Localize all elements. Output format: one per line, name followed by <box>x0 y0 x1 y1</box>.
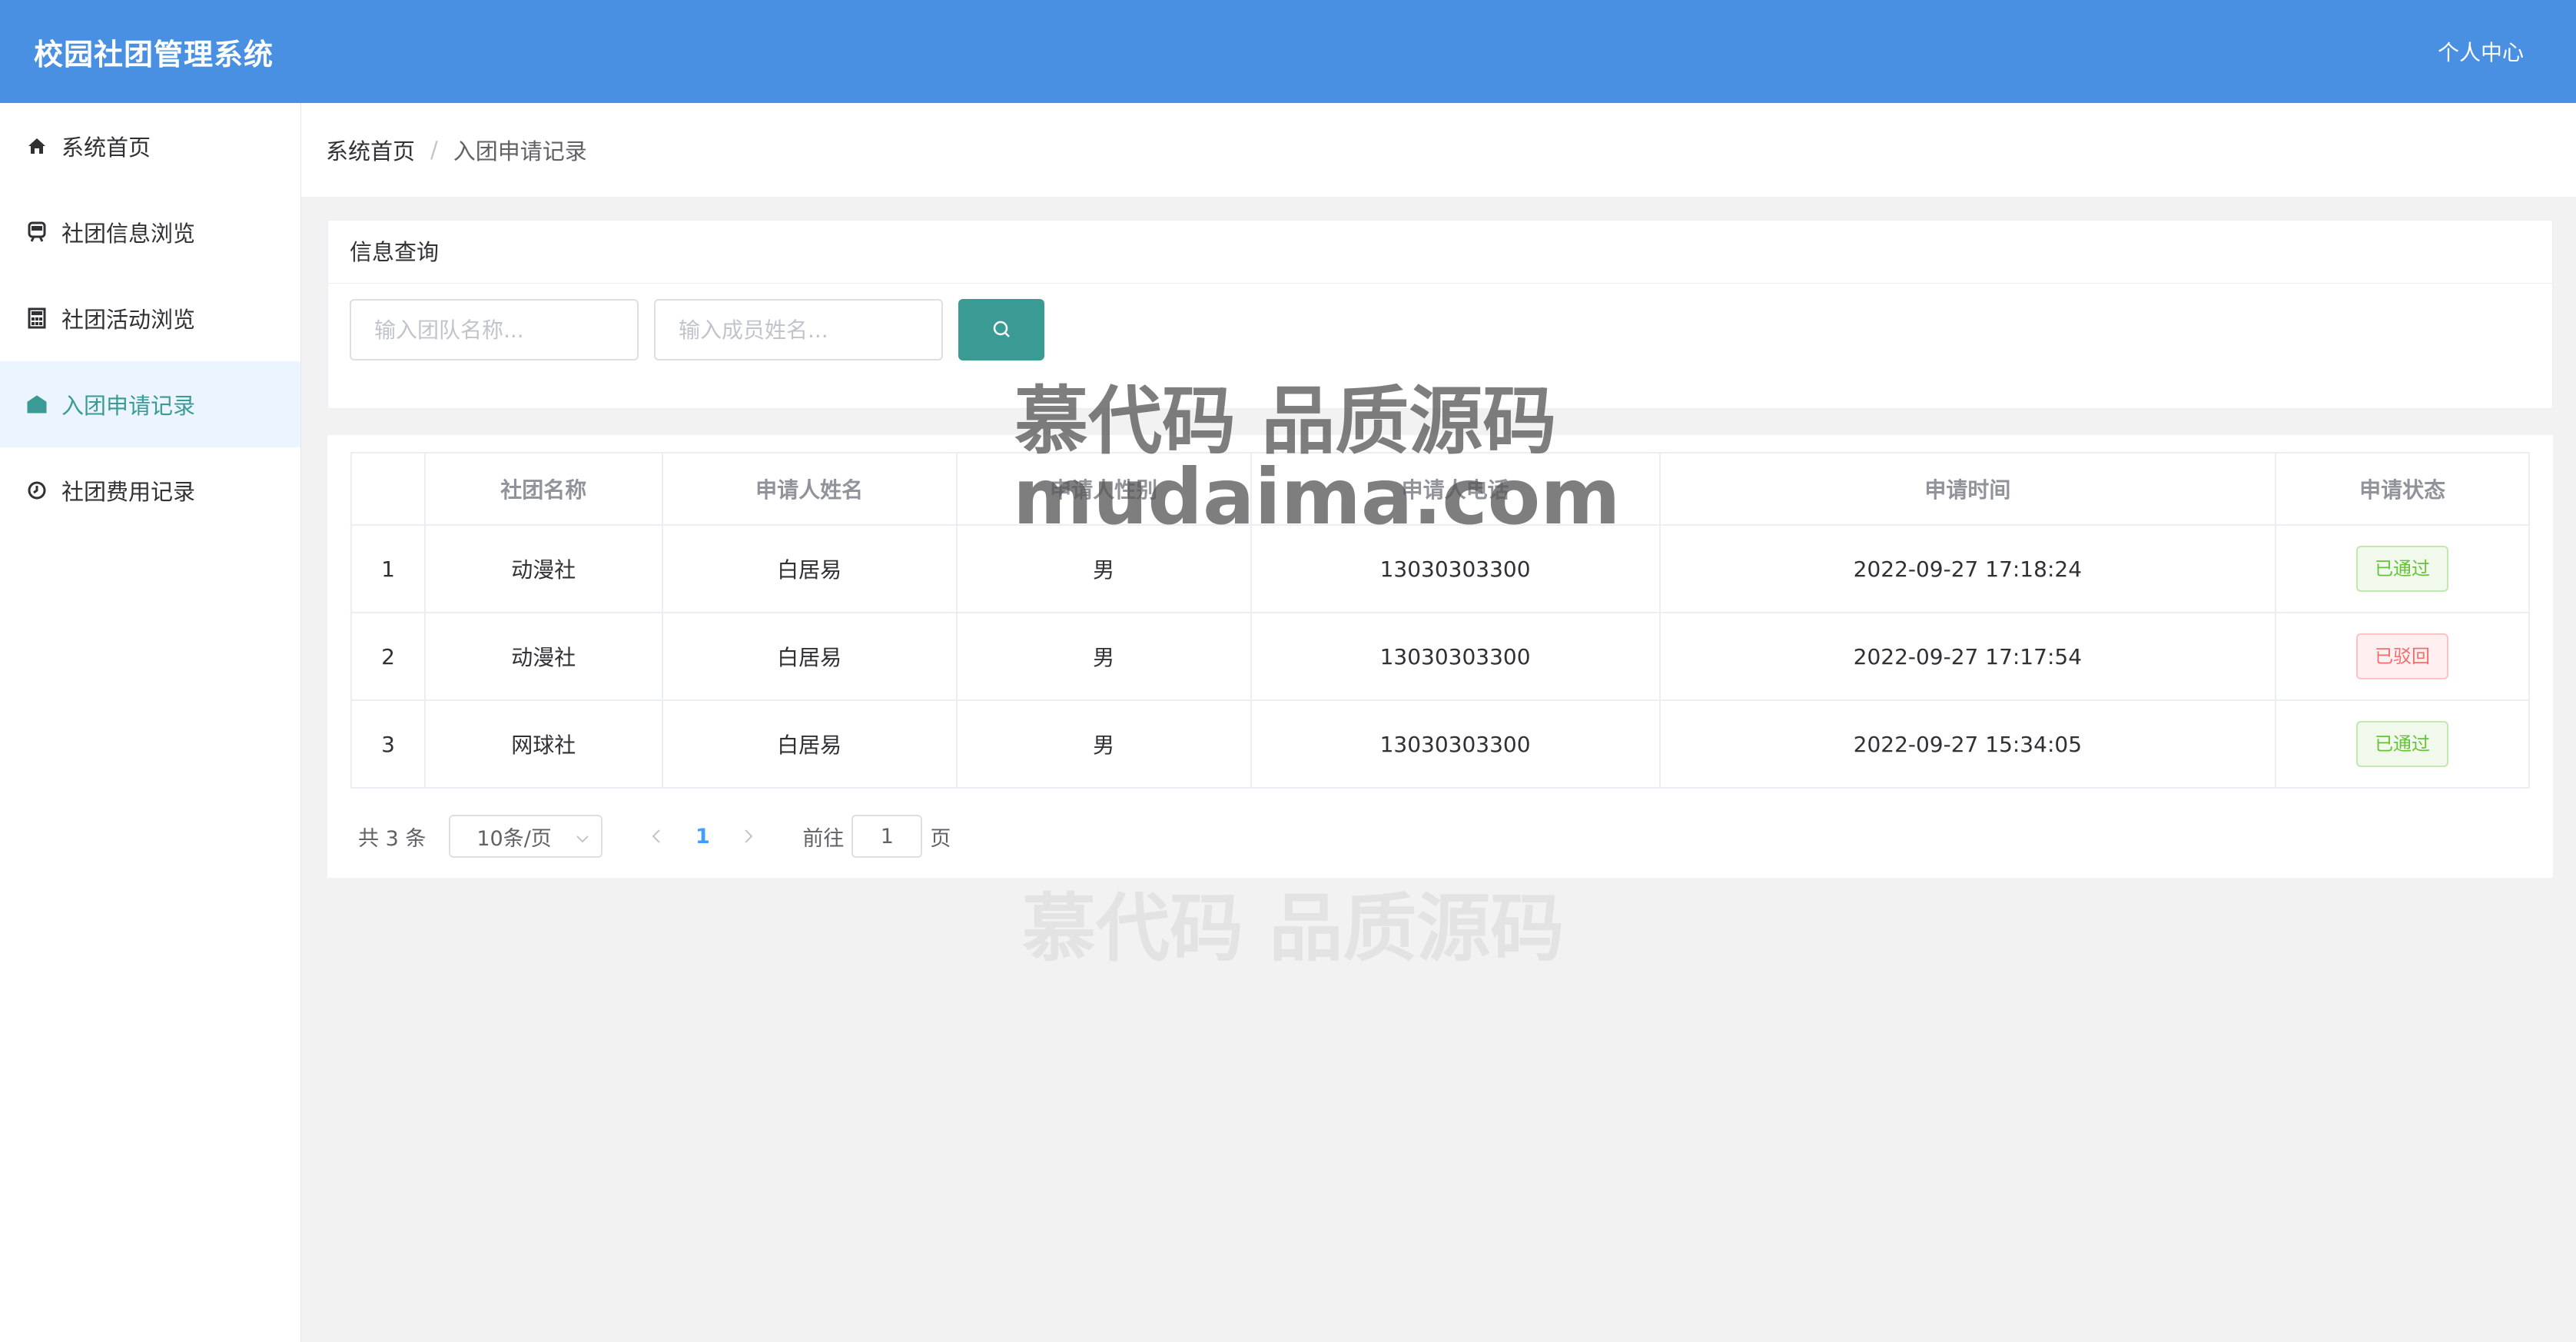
column-header-index <box>350 452 426 526</box>
applicant-gender-cell: 男 <box>955 524 1252 613</box>
table-row: 2 动漫社 白居易 男 13030303300 2022-09-27 17:17… <box>350 612 2530 701</box>
goto-page-input[interactable] <box>851 815 923 858</box>
club-name-cell: 动漫社 <box>424 524 663 613</box>
chevron-down-icon <box>576 825 589 849</box>
records-table-card: 社团名称 申请人姓名 申请人性别 申请人电话 申请时间 申请状态 1 动漫社 白… <box>327 435 2553 878</box>
applicant-phone-cell: 13030303300 <box>1250 699 1661 789</box>
row-index: 2 <box>350 612 426 701</box>
row-index: 3 <box>350 699 426 789</box>
column-header-time: 申请时间 <box>1658 452 2277 526</box>
breadcrumb-home[interactable]: 系统首页 <box>326 134 415 166</box>
applicant-gender-cell: 男 <box>955 699 1252 789</box>
table-row: 3 网球社 白居易 男 13030303300 2022-09-27 15:34… <box>350 699 2530 789</box>
apply-time-cell: 2022-09-27 15:34:05 <box>1658 699 2277 789</box>
watermark-text-faded: 慕代码 品质源码 <box>1022 885 1565 972</box>
member-name-input[interactable] <box>654 299 943 360</box>
train-icon <box>25 220 49 244</box>
row-index: 1 <box>350 524 426 613</box>
sidebar-item-label: 系统首页 <box>61 135 151 161</box>
apply-time-cell: 2022-09-27 17:18:24 <box>1658 524 2277 613</box>
clock-icon <box>25 478 49 503</box>
status-cell: 已驳回 <box>2275 612 2530 701</box>
total-count: 共 3 条 <box>358 826 427 851</box>
club-name-cell: 动漫社 <box>424 612 663 701</box>
apply-time-cell: 2022-09-27 17:17:54 <box>1658 612 2277 701</box>
column-header-club: 社团名称 <box>424 452 663 526</box>
team-name-input[interactable] <box>350 299 639 360</box>
status-cell: 已通过 <box>2275 699 2530 789</box>
pagination: 共 3 条 10条/页 1 前往 页 <box>358 815 951 858</box>
app-title: 校园社团管理系统 <box>34 37 274 71</box>
applicant-name-cell: 白居易 <box>661 699 958 789</box>
page-number-current[interactable]: 1 <box>679 825 725 849</box>
applicant-gender-cell: 男 <box>955 612 1252 701</box>
profile-link[interactable]: 个人中心 <box>2438 36 2524 67</box>
status-badge: 已通过 <box>2356 546 2449 592</box>
page-size-value: 10条/页 <box>476 826 552 851</box>
table-row: 1 动漫社 白居易 男 13030303300 2022-09-27 17:18… <box>350 524 2530 613</box>
sidebar-item-club-info[interactable]: 社团信息浏览 <box>0 189 300 275</box>
query-card-title: 信息查询 <box>328 221 2552 284</box>
column-header-gender: 申请人性别 <box>955 452 1252 526</box>
club-name-cell: 网球社 <box>424 699 663 789</box>
applicant-name-cell: 白居易 <box>661 524 958 613</box>
search-button[interactable] <box>958 299 1044 360</box>
column-header-status: 申请状态 <box>2275 452 2530 526</box>
page-unit-label: 页 <box>930 826 951 851</box>
prev-page-button[interactable] <box>633 823 679 850</box>
applicant-phone-cell: 13030303300 <box>1250 524 1661 613</box>
query-card: 信息查询 <box>327 220 2553 409</box>
search-icon <box>991 319 1011 341</box>
table-header-row: 社团名称 申请人姓名 申请人性别 申请人电话 申请时间 申请状态 <box>350 452 2530 526</box>
breadcrumb: 系统首页 / 入团申请记录 <box>301 103 2576 197</box>
top-header: 校园社团管理系统 个人中心 <box>0 0 2576 103</box>
sidebar-item-label: 社团费用记录 <box>61 479 196 505</box>
records-table: 社团名称 申请人姓名 申请人性别 申请人电话 申请时间 申请状态 1 动漫社 白… <box>350 452 2530 789</box>
sidebar-item-home[interactable]: 系统首页 <box>0 103 300 189</box>
sidebar-item-label: 社团活动浏览 <box>61 307 196 333</box>
breadcrumb-current: 入团申请记录 <box>453 138 587 164</box>
calculator-icon <box>25 306 49 331</box>
column-header-name: 申请人姓名 <box>661 452 958 526</box>
status-badge: 已通过 <box>2356 721 2449 767</box>
status-badge: 已驳回 <box>2356 633 2449 679</box>
goto-label: 前往 <box>802 826 845 851</box>
breadcrumb-separator: / <box>430 137 438 163</box>
sidebar-item-join-records[interactable]: 入团申请记录 <box>0 361 300 447</box>
applicant-name-cell: 白居易 <box>661 612 958 701</box>
page-size-select[interactable]: 10条/页 <box>449 815 603 858</box>
sidebar-item-club-activities[interactable]: 社团活动浏览 <box>0 275 300 361</box>
sidebar-item-label: 入团申请记录 <box>61 393 196 419</box>
next-page-button[interactable] <box>725 823 772 850</box>
sidebar-item-label: 社团信息浏览 <box>61 221 196 247</box>
status-cell: 已通过 <box>2275 524 2530 613</box>
envelope-open-icon <box>25 392 49 417</box>
home-icon <box>25 134 49 158</box>
query-form <box>328 284 2552 360</box>
column-header-phone: 申请人电话 <box>1250 452 1661 526</box>
applicant-phone-cell: 13030303300 <box>1250 612 1661 701</box>
sidebar: 系统首页 社团信息浏览 社团活动浏览 入团申请记录 社团费用记录 <box>0 103 301 1342</box>
sidebar-item-fee-records[interactable]: 社团费用记录 <box>0 447 300 533</box>
